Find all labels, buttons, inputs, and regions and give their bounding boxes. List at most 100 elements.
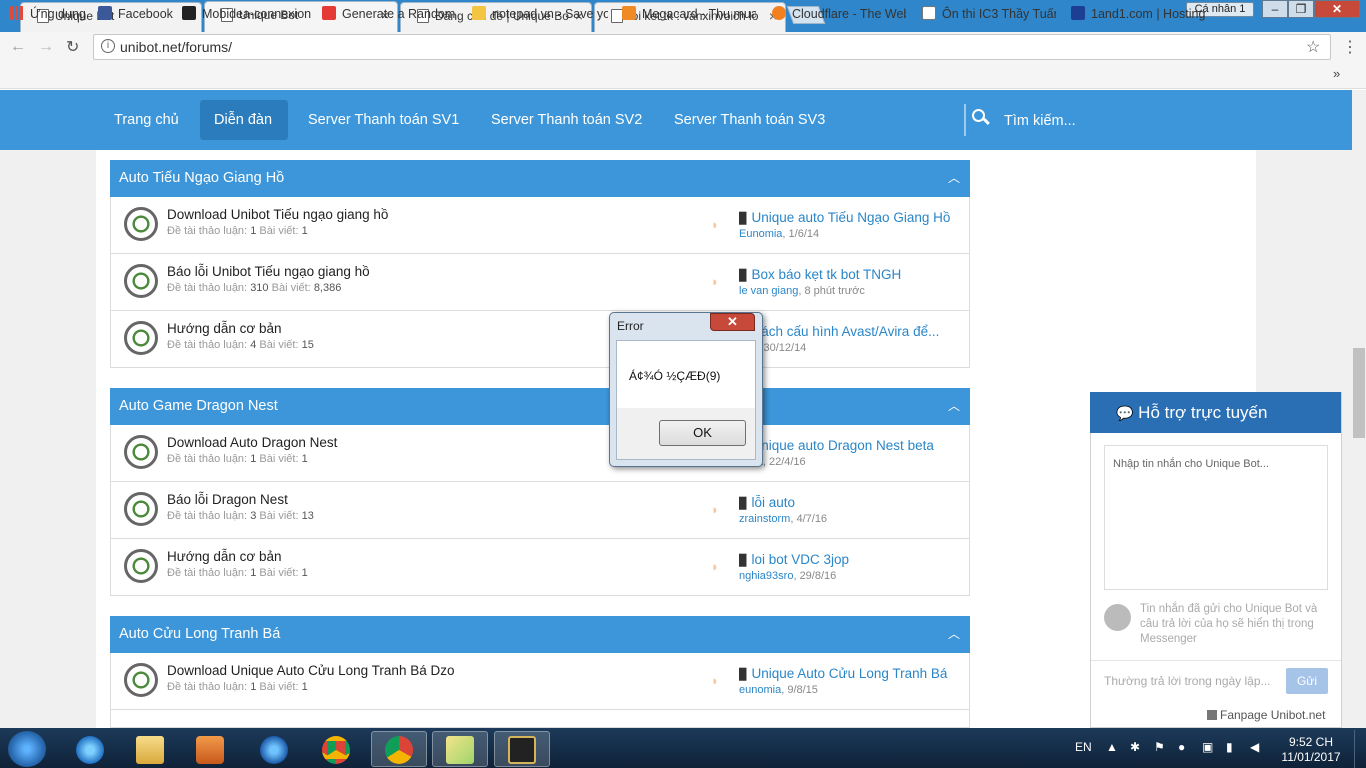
forum-logo-icon [124,207,158,241]
ok-button[interactable]: OK [659,420,746,446]
nav-forums[interactable]: Diễn đàn [200,100,288,140]
dialog-title: Error [617,319,644,333]
forum-title[interactable]: Download Unibot Tiếu ngạo giang hồ [167,207,388,222]
last-post-title[interactable]: ▉Unique auto Dragon Nest beta [739,438,954,453]
forum-stats: Đề tài thảo luận: 1 Bài viết: 1 [167,567,308,579]
menu-icon[interactable]: ⋮ [1342,37,1358,57]
chrome-icon[interactable] [322,736,350,764]
bookmark-cloudflare[interactable]: Cloudflare - The Web [772,6,906,21]
close-window-button[interactable]: ✕ [1314,0,1360,18]
search-input[interactable]: Tìm kiếm... [1004,113,1076,129]
bookmark-star-icon[interactable]: ☆ [1306,37,1320,57]
start-button[interactable] [8,731,46,767]
forum-title[interactable]: Báo lỗi Unibot Tiếu ngạo giang hồ [167,264,370,279]
bookmark-mobidea[interactable]: Mobidea-connexion [182,6,311,21]
last-post-title[interactable]: ▉ Box báo kẹt tk bot TNGH [739,267,954,282]
rss-icon[interactable]: ◗ [711,217,725,232]
device-icon[interactable]: ▣ [1202,740,1216,754]
last-post-meta: le van giang, 8 phút trước [739,285,865,297]
bookmark-notepad[interactable]: notepad.vn - Save you [472,6,608,21]
category-header[interactable]: Auto Tiếu Ngạo Giang Hồ ︿ [110,160,970,197]
maximize-button[interactable]: ❐ [1288,0,1314,18]
nav-server-sv1[interactable]: Server Thanh toán SV1 [294,100,473,140]
last-post-title[interactable]: ▉ Unique auto Tiếu Ngạo Giang Hồ [739,210,954,225]
bookmark-apps[interactable]: Ứng dụng [10,6,86,21]
app-icon[interactable] [260,736,288,764]
forum-logo-icon [124,321,158,355]
minimize-button[interactable]: – [1262,0,1288,18]
last-post-meta: Eunomia, 1/6/14 [739,228,820,240]
reload-icon[interactable]: ↻ [66,37,79,57]
forum-stats: Đề tài thảo luận: 1 Bài viết: 1 [167,453,308,465]
chat-message-input[interactable]: Nhập tin nhắn cho Unique Bot... [1104,445,1328,590]
nav-home[interactable]: Trang chủ [100,100,193,140]
last-post-title[interactable]: ▉ loi bot VDC 3jop [739,552,954,567]
collapse-chevron-icon[interactable]: ︿ [948,160,960,197]
forum-row-partial [110,710,970,728]
document-icon: ▉ [739,555,748,567]
send-button[interactable]: Gửi [1286,668,1328,694]
tray-alert-icon[interactable]: ● [1178,740,1192,754]
file-explorer-icon[interactable] [136,736,164,764]
apps-grid-icon [10,6,24,20]
collapse-chevron-icon[interactable]: ︿ [948,388,960,425]
forum-stats: Đề tài thảo luận: 1 Bài viết: 1 [167,225,308,237]
document-icon: ▉ [739,669,748,681]
tray-app-icon[interactable]: ✱ [1130,740,1144,754]
scrollbar-thumb[interactable] [1353,348,1365,438]
rss-icon[interactable]: ◗ [711,559,725,574]
fanpage-link[interactable]: Fanpage Unibot.net [1207,708,1325,722]
network-icon[interactable]: ▮ [1226,740,1240,754]
nav-server-sv3[interactable]: Server Thanh toán SV3 [660,100,839,140]
document-icon: ▉ [739,498,748,510]
forum-title[interactable]: Hướng dẫn cơ bản [167,549,282,564]
forum-title[interactable]: Download Unique Auto Cửu Long Tranh Bá D… [167,663,454,678]
last-post-title[interactable]: ▉ Unique Auto Cửu Long Tranh Bá [739,666,954,681]
facebook-icon [1207,710,1217,720]
action-center-icon[interactable]: ⚑ [1154,740,1168,754]
category-header[interactable]: Auto Cửu Long Tranh Bá ︿ [110,616,970,653]
volume-icon[interactable]: ◀ [1250,740,1264,754]
back-icon[interactable]: ← [10,38,26,56]
more-bookmarks-icon[interactable]: » [1333,66,1340,81]
forum-title[interactable]: Hướng dẫn cơ bản [167,321,282,336]
show-desktop-button[interactable] [1354,730,1366,768]
address-bar[interactable]: unibot.net/forums/ [93,34,1331,60]
bookmark-random[interactable]: Generate a Random N [322,6,458,21]
document-icon: ▉ [739,213,748,225]
last-post-meta: nghia93sro, 29/8/16 [739,570,837,582]
internet-explorer-icon[interactable] [76,736,104,764]
media-player-icon[interactable] [196,736,224,764]
rss-icon[interactable]: ◗ [711,673,725,688]
forward-icon[interactable]: → [38,38,54,56]
rss-icon[interactable]: ◗ [711,502,725,517]
chat-note: Tin nhắn đã gửi cho Unique Bot và câu tr… [1140,603,1318,645]
forum-row: Download Unique Auto Cửu Long Tranh Bá D… [110,653,970,710]
bookmark-1and1[interactable]: 1and1.com | Hosting, [1071,6,1205,21]
category-header[interactable]: Auto Game Dragon Nest ︿ [110,388,970,425]
search-icon[interactable] [972,109,990,127]
forum-title[interactable]: Download Auto Dragon Nest [167,435,337,450]
forum-logo-icon [124,663,158,697]
forum-stats: Đề tài thảo luận: 1 Bài viết: 1 [167,681,308,693]
clock[interactable]: 9:52 CH 11/01/2017 [1279,735,1343,765]
bookmark-facebook[interactable]: Facebook [98,6,173,21]
last-post-title[interactable]: ▉ lỗi auto [739,495,954,510]
forum-logo-icon [124,264,158,298]
rss-icon[interactable]: ◗ [711,274,725,289]
collapse-chevron-icon[interactable]: ︿ [948,616,960,653]
dialog-close-button[interactable]: ✕ [710,313,755,331]
nav-server-sv2[interactable]: Server Thanh toán SV2 [477,100,656,140]
language-indicator[interactable]: EN [1075,740,1092,754]
chat-reply-input[interactable]: Thường trả lời trong ngày lập... [1104,674,1271,688]
show-hidden-icons-icon[interactable]: ▲ [1106,740,1120,754]
forum-title[interactable]: Báo lỗi Dragon Nest [167,492,288,507]
chat-header[interactable]: 💬 Hỗ trợ trực tuyến [1090,392,1341,433]
1and1-icon [1071,6,1085,20]
info-icon[interactable]: i [101,39,115,53]
bookmark-ic3[interactable]: Ôn thi IC3 Thầy Tuấn [922,6,1056,21]
forum-logo-icon [124,435,158,469]
last-post-title[interactable]: ▉Cách cấu hình Avast/Avira để... [739,324,954,339]
bookmark-megacard[interactable]: Megacard - Thu mua [622,6,756,21]
mobidea-icon [182,6,196,20]
